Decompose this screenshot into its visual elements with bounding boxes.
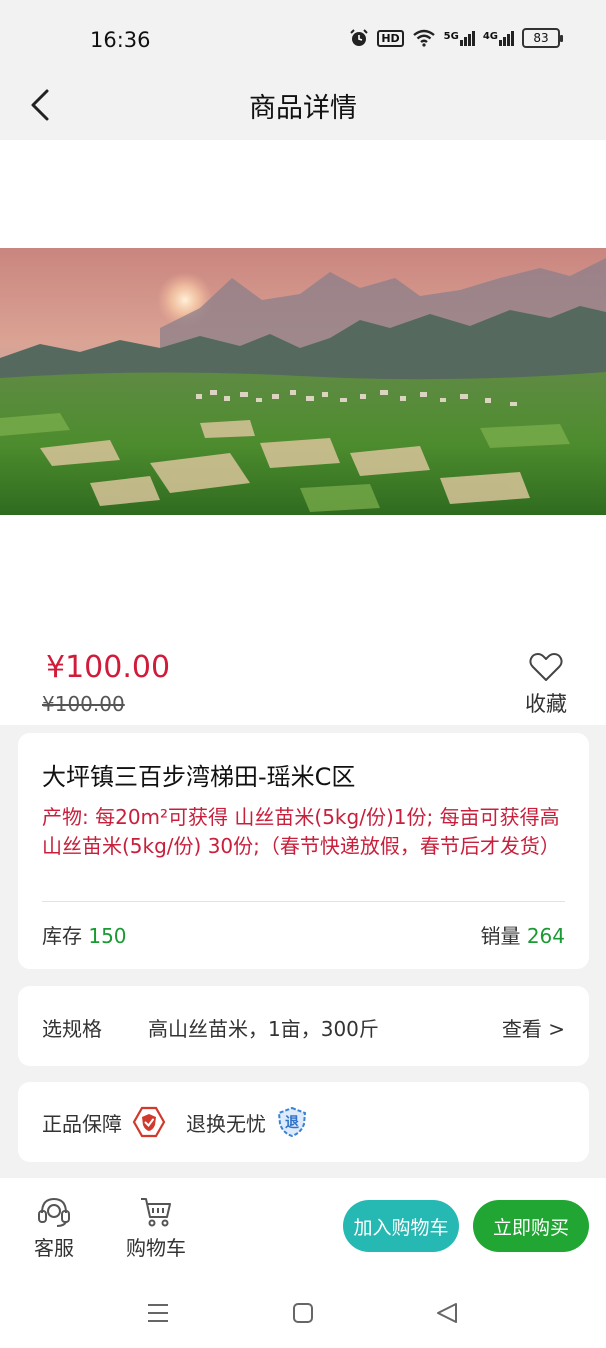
- return-badge-text: 退: [285, 1115, 299, 1131]
- return-label: 退换无忧: [186, 1111, 266, 1136]
- favorite-button[interactable]: 收藏: [518, 652, 574, 718]
- shopping-cart-icon: [141, 1198, 171, 1227]
- home-button[interactable]: [288, 1298, 318, 1328]
- spec-value: 高山丝苗米，1亩，300斤: [148, 1017, 379, 1041]
- signal-5g-icon: 5G: [444, 30, 475, 46]
- heart-icon: [529, 653, 563, 681]
- bottom-action-bar: 客服 购物车 加入购物车 立即购买: [0, 1178, 606, 1278]
- wifi-icon: [412, 29, 435, 47]
- sales-info: 销量 264: [480, 920, 565, 949]
- product-image[interactable]: [0, 248, 606, 515]
- product-title: 大坪镇三百步湾梯田-瑶米C区: [42, 763, 356, 791]
- status-icons: HD 5G 4G 83: [349, 28, 563, 48]
- product-header: ¥100.00 ¥100.00 收藏: [0, 140, 606, 725]
- product-price: ¥100.00: [46, 650, 171, 685]
- system-nav-bar: [0, 1278, 606, 1348]
- alarm-icon: [350, 29, 369, 46]
- shield-check-icon: [132, 1106, 166, 1138]
- hd-icon: HD: [377, 29, 404, 47]
- status-bar: 16:36 HD 5G 4G 83: [0, 0, 606, 70]
- stock-value: 150: [88, 924, 127, 948]
- cart-button[interactable]: 购物车: [126, 1194, 186, 1261]
- headset-icon: [38, 1197, 70, 1227]
- landscape-image: [0, 248, 606, 515]
- sales-label: 销量: [480, 924, 521, 948]
- nav-bar: 商品详情: [0, 70, 606, 140]
- spec-view-link[interactable]: 查看 >: [502, 1013, 565, 1042]
- spec-label: 选规格: [42, 1017, 102, 1041]
- status-time: 16:36: [90, 28, 151, 52]
- stock-label: 库存: [42, 924, 82, 948]
- guarantee-card: 正品保障 退换无忧 退: [18, 1082, 589, 1162]
- authentic-guarantee: 正品保障: [42, 1106, 166, 1138]
- signal-4g-icon: 4G: [483, 30, 514, 46]
- favorite-label: 收藏: [525, 692, 567, 716]
- square-icon: [293, 1303, 313, 1323]
- menu-button[interactable]: [143, 1298, 173, 1328]
- original-price: ¥100.00: [42, 692, 125, 716]
- battery-icon: 83: [522, 28, 563, 48]
- return-shield-icon: 退: [276, 1106, 308, 1138]
- menu-icon: [148, 1304, 168, 1322]
- spec-selector[interactable]: 选规格 高山丝苗米，1亩，300斤 查看 >: [18, 986, 589, 1066]
- cart-label: 购物车: [126, 1236, 186, 1260]
- customer-service-button[interactable]: 客服: [34, 1194, 74, 1261]
- authentic-label: 正品保障: [42, 1111, 122, 1136]
- triangle-back-icon: [437, 1303, 457, 1323]
- customer-service-label: 客服: [34, 1236, 74, 1260]
- product-description: 产物: 每20m²可获得 山丝苗米(5kg/份)1份; 每亩可获得高山丝苗米(5…: [42, 805, 560, 858]
- system-back-button[interactable]: [432, 1298, 462, 1328]
- product-info-card: 大坪镇三百步湾梯田-瑶米C区 产物: 每20m²可获得 山丝苗米(5kg/份)1…: [18, 733, 589, 969]
- buy-now-button[interactable]: 立即购买: [473, 1200, 589, 1252]
- page-title: 商品详情: [249, 93, 357, 124]
- return-guarantee: 退换无忧 退: [186, 1106, 308, 1138]
- stock-info: 库存 150: [42, 920, 127, 949]
- sales-value: 264: [526, 924, 565, 948]
- add-to-cart-button[interactable]: 加入购物车: [343, 1200, 459, 1252]
- divider: [42, 901, 565, 902]
